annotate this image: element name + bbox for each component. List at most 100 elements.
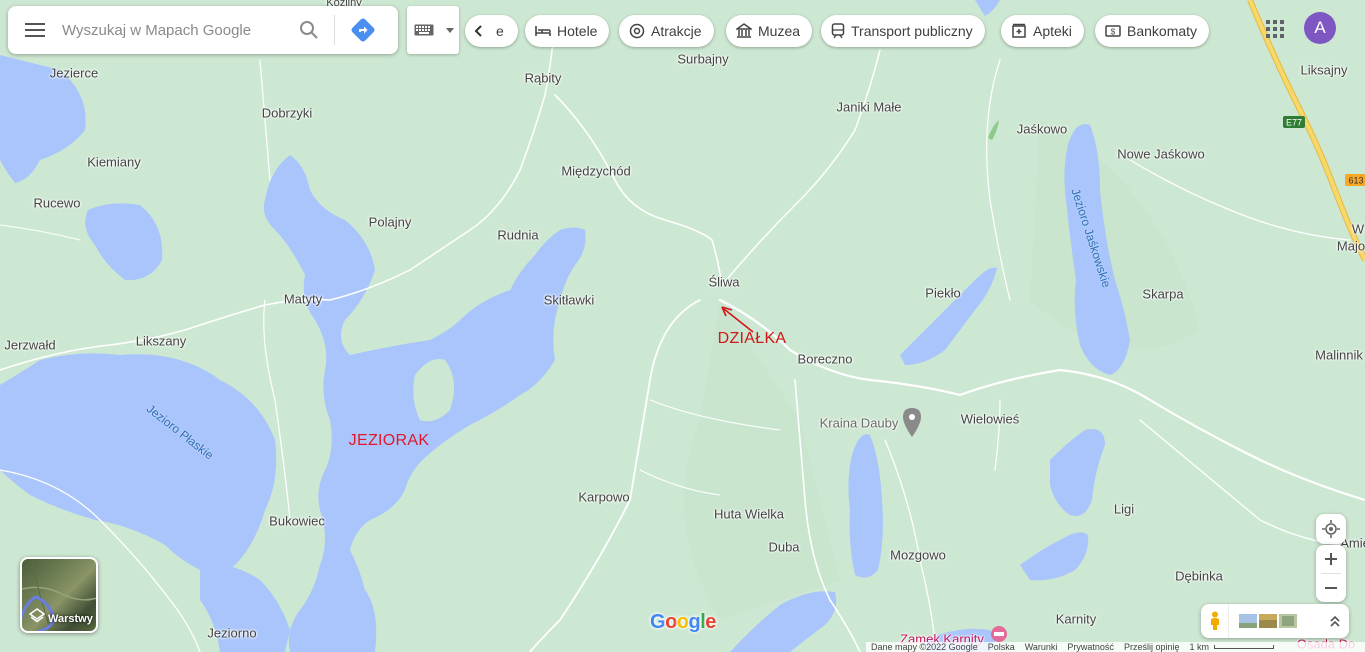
place-label[interactable]: Bukowiec [269, 514, 325, 529]
my-location-icon [1322, 520, 1340, 538]
chip-atrakcje[interactable]: Atrakcje [619, 15, 714, 47]
place-label[interactable]: Jeziorno [207, 626, 256, 641]
place-label[interactable]: Huta Wielka [714, 507, 784, 522]
place-label[interactable]: Skarpa [1142, 287, 1183, 302]
zoom-controls [1316, 545, 1346, 602]
layers-label: Warstwy [48, 613, 93, 625]
pegman-icon [1210, 611, 1219, 630]
google-apps-button[interactable] [1260, 14, 1290, 44]
search-input[interactable] [62, 21, 290, 39]
magnifier-icon [300, 21, 318, 39]
grid-apps-icon [1266, 20, 1284, 38]
chip-muzea[interactable]: Muzea [726, 15, 813, 47]
directions-button[interactable] [341, 6, 385, 54]
place-label[interactable]: Dobrzyki [262, 106, 313, 121]
map-canvas[interactable]: E77 613 [0, 0, 1365, 652]
place-label-poi[interactable]: Kraina Dauby [820, 416, 899, 431]
camera-icon [629, 23, 645, 39]
annotation-dzialka: DZIAŁKA [717, 330, 787, 347]
place-label[interactable]: Kiemiany [87, 155, 140, 170]
footer-link-country[interactable]: Polska [983, 642, 1020, 652]
place-label[interactable]: Liksajny [1301, 63, 1348, 78]
zoom-in-button[interactable] [1316, 545, 1346, 573]
chip-transport[interactable]: Transport publiczny [821, 15, 985, 47]
directions-diamond-icon [351, 18, 375, 42]
map-footer: Dane mapy ©2022 Google Polska Warunki Pr… [866, 642, 1365, 652]
hotel-poi-icon [991, 626, 1007, 642]
caret-down-icon [446, 27, 454, 33]
place-label[interactable]: Polajny [369, 215, 412, 230]
street-view-panel [1201, 604, 1349, 638]
minus-icon [1325, 587, 1337, 589]
pharmacy-icon [1012, 23, 1026, 38]
footer-link-privacy[interactable]: Prywatność [1062, 642, 1119, 652]
pegman-button[interactable] [1201, 604, 1229, 638]
place-label[interactable]: Mozgowo [890, 548, 946, 563]
input-tools-dropdown[interactable] [441, 6, 459, 54]
place-label[interactable]: Dębinka [1175, 569, 1223, 584]
input-tools [407, 6, 459, 54]
shield-613-text: 613 [1348, 176, 1363, 186]
place-label[interactable]: Śliwa [708, 275, 739, 290]
imagery-thumbnails[interactable] [1229, 614, 1297, 628]
place-label[interactable]: Ligi [1114, 502, 1134, 517]
place-label[interactable]: Międzychód [561, 164, 630, 179]
chip-label: Muzea [758, 23, 801, 39]
search-bar [8, 6, 398, 54]
chip-label: Bankomaty [1127, 23, 1198, 39]
chips-prev-button[interactable]: e [465, 15, 518, 47]
chip-hotele[interactable]: Hotele [525, 15, 610, 47]
place-label[interactable]: Wielowieś [961, 412, 1020, 427]
place-label[interactable]: Karpowo [578, 490, 629, 505]
place-label[interactable]: Rąbity [525, 71, 562, 86]
search-divider [334, 15, 335, 45]
chip-label: Transport publiczny [851, 23, 973, 39]
my-location-button[interactable] [1316, 514, 1346, 544]
zoom-out-button[interactable] [1316, 574, 1346, 602]
place-label[interactable]: Skitławki [544, 293, 595, 308]
museum-icon [736, 23, 752, 38]
footer-link-terms[interactable]: Warunki [1020, 642, 1063, 652]
place-label[interactable]: Jaśkowo [1017, 122, 1068, 137]
road-shield-613: 613 [1345, 174, 1365, 186]
place-label[interactable]: Rucewo [34, 196, 81, 211]
account-avatar[interactable]: A [1304, 12, 1336, 44]
place-label[interactable]: Karnity [1056, 612, 1096, 627]
svg-text:$: $ [1111, 28, 1116, 37]
place-label[interactable]: Malinnik [1315, 348, 1363, 363]
search-button[interactable] [290, 6, 328, 54]
bed-icon [535, 26, 551, 36]
place-label[interactable]: Matyty [284, 292, 322, 307]
place-label[interactable]: Boreczno [798, 352, 853, 367]
place-label[interactable]: Majo [1337, 239, 1365, 254]
place-label[interactable]: Duba [768, 540, 799, 555]
layers-button[interactable]: Warstwy [20, 557, 98, 633]
chip-apteki[interactable]: Apteki [1001, 15, 1084, 47]
place-label[interactable]: Likszany [136, 334, 187, 349]
chip-partial-label: e [496, 23, 504, 39]
place-label[interactable]: Rudnia [497, 228, 538, 243]
chip-label: Apteki [1033, 23, 1072, 39]
road-shield-e77: E77 [1283, 116, 1305, 128]
menu-button[interactable] [8, 6, 62, 54]
place-label[interactable]: Jerzwałd [4, 338, 55, 353]
plus-icon [1325, 553, 1337, 565]
train-icon [831, 23, 845, 39]
expand-imagery-button[interactable] [1321, 604, 1349, 638]
place-label[interactable]: Surbajny [677, 52, 728, 67]
layers-stack-icon [28, 608, 46, 623]
chip-bankomaty[interactable]: $ Bankomaty [1095, 15, 1210, 47]
chip-label: Atrakcje [651, 23, 702, 39]
place-label[interactable]: Jezierce [50, 66, 98, 81]
place-label[interactable]: Nowe Jaśkowo [1117, 147, 1204, 162]
imagery-thumb-1-icon [1239, 614, 1257, 628]
keyboard-button[interactable] [407, 6, 441, 54]
place-label[interactable]: W [1352, 222, 1364, 237]
footer-link-feedback[interactable]: Prześlij opinię [1119, 642, 1185, 652]
hamburger-menu-icon [25, 23, 45, 37]
place-label[interactable]: Piekło [925, 286, 960, 301]
footer-attribution: Dane mapy ©2022 Google [871, 642, 978, 652]
google-logo: Google [650, 611, 716, 633]
footer-scale-label[interactable]: 1 km [1184, 642, 1214, 652]
place-label[interactable]: Janiki Małe [836, 100, 901, 115]
